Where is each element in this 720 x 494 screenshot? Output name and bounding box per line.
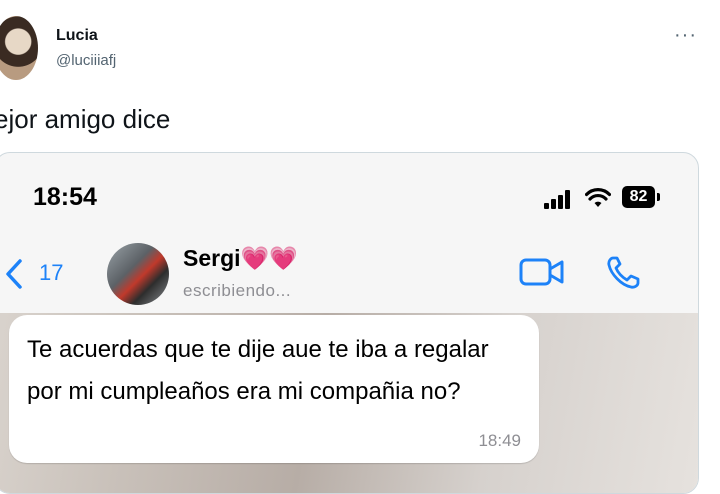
video-call-icon[interactable] xyxy=(519,257,565,287)
message-timestamp: 18:49 xyxy=(478,431,521,450)
tweet-text: ejor amigo dice xyxy=(0,104,171,134)
profile-avatar[interactable] xyxy=(0,16,38,80)
typing-status: escribiendo... xyxy=(183,281,292,300)
battery-tip xyxy=(657,193,660,201)
more-options-icon[interactable]: ··· xyxy=(674,24,697,47)
phone-call-icon[interactable] xyxy=(605,255,641,291)
user-display-name[interactable]: Lucia xyxy=(56,27,98,45)
message-bubble[interactable]: Te acuerdas que te dije aue te iba a reg… xyxy=(9,315,539,463)
contact-name[interactable]: Sergi💗💗 xyxy=(183,245,298,272)
back-chevron-icon[interactable] xyxy=(3,257,25,291)
battery-icon: 82 xyxy=(622,186,655,208)
wifi-icon xyxy=(585,188,611,207)
user-handle[interactable]: @luciiiafj xyxy=(56,52,116,69)
tweet-media-screenshot[interactable]: 18:54 82 17 Sergi💗💗 escribiendo... Te ac… xyxy=(0,152,699,494)
message-text: Te acuerdas que te dije aue te iba a reg… xyxy=(27,336,489,405)
status-bar-time: 18:54 xyxy=(33,183,97,211)
contact-avatar[interactable] xyxy=(107,243,169,305)
cellular-signal-icon xyxy=(544,189,578,209)
unread-count[interactable]: 17 xyxy=(39,260,63,286)
